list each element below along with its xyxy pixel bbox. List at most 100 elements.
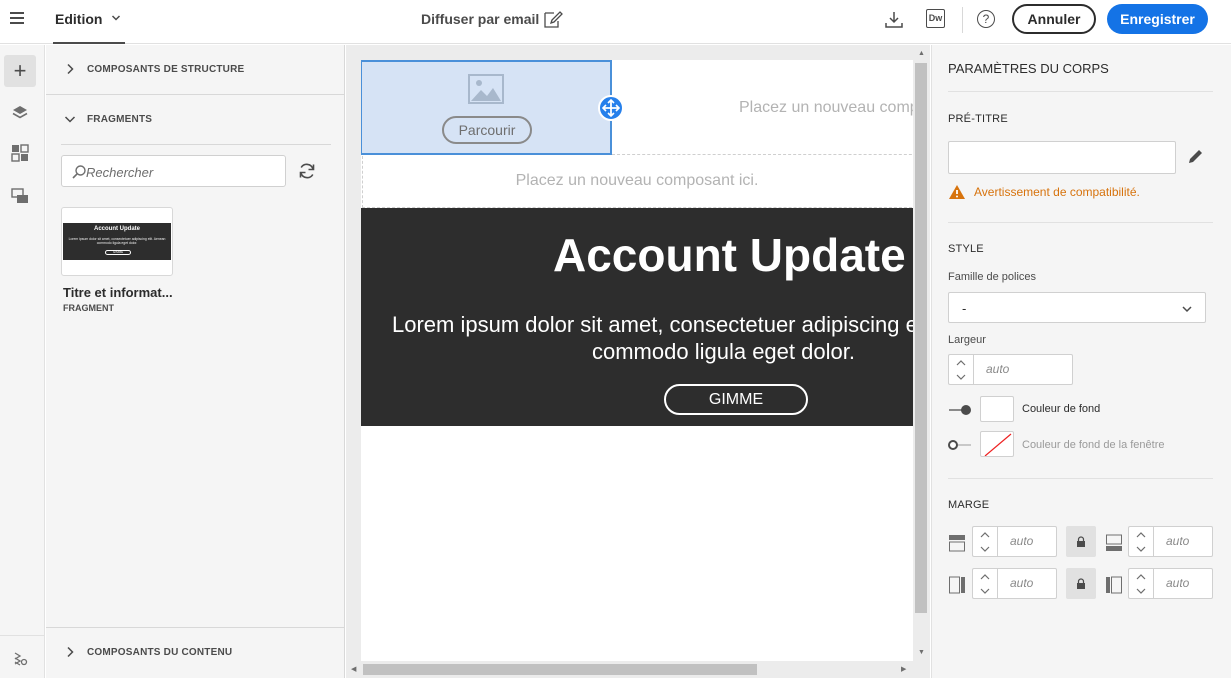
width-stepper[interactable] [948, 354, 973, 385]
accordion-fragments[interactable]: FRAGMENTS [46, 95, 345, 145]
email-text-line[interactable]: Lorem ipsum dolor sit amet, consectetuer… [392, 311, 913, 339]
width-input[interactable]: auto [973, 354, 1073, 385]
margin-left-stepper[interactable] [972, 568, 997, 599]
window-bg-toggle[interactable] [948, 439, 972, 451]
panel-title: PARAMÈTRES DU CORPS [948, 61, 1109, 76]
accordion-title: COMPOSANTS DE STRUCTURE [87, 64, 245, 75]
left-rail: + [0, 45, 45, 678]
download-icon[interactable] [884, 10, 904, 30]
search-icon [72, 165, 86, 179]
chevron-down-icon [64, 116, 76, 123]
chevron-down-icon[interactable] [1135, 545, 1147, 553]
warning-icon [949, 185, 965, 199]
warning-text: Avertissement de compatibilité. [974, 185, 1140, 199]
fragment-type: FRAGMENT [63, 303, 114, 313]
margin-top-input[interactable]: auto [997, 526, 1057, 557]
field-label: Couleur de fond de la fenêtre [1022, 439, 1165, 451]
margin-left-input[interactable]: auto [997, 568, 1057, 599]
margin-right-stepper[interactable] [1128, 568, 1153, 599]
cancel-button[interactable]: Annuler [1012, 4, 1096, 34]
chevron-down-icon[interactable] [955, 373, 967, 381]
margin-bottom-stepper[interactable] [1128, 526, 1153, 557]
chevron-up-icon[interactable] [979, 573, 991, 581]
font-family-select[interactable]: - [948, 292, 1206, 323]
margin-right-icon [1106, 576, 1122, 594]
margin-left-icon [949, 576, 965, 594]
chevron-up-icon[interactable] [1135, 531, 1147, 539]
thumbnail-text: Lorem ipsum dolor sit amet, consectetuer… [68, 237, 166, 245]
personalization-button[interactable] [4, 180, 36, 212]
margin-bottom-input[interactable]: auto [1153, 526, 1213, 557]
add-components-button[interactable]: + [4, 55, 36, 87]
plus-icon: + [13, 58, 27, 83]
edit-icon[interactable] [1185, 147, 1205, 167]
image-component[interactable]: Parcourir [361, 60, 612, 155]
menu-icon[interactable] [10, 12, 24, 26]
chevron-down-icon[interactable] [979, 545, 991, 553]
help-icon[interactable]: ? [977, 10, 995, 28]
margin-lock-button[interactable] [1066, 568, 1096, 599]
chevron-up-icon[interactable] [979, 531, 991, 539]
chevron-up-icon[interactable] [1135, 573, 1147, 581]
browse-button[interactable]: Parcourir [442, 116, 532, 144]
mode-label: Edition [55, 11, 103, 27]
scroll-right-icon[interactable]: ▶ [901, 665, 906, 673]
scrollbar-thumb[interactable] [363, 664, 757, 675]
compatibility-warning: Avertissement de compatibilité. [948, 184, 1208, 202]
chevron-down-icon [1182, 306, 1192, 313]
bg-color-toggle[interactable] [948, 404, 972, 416]
field-label: Famille de polices [948, 271, 1037, 283]
refresh-icon[interactable] [297, 161, 317, 181]
navigation-tree-button[interactable] [4, 97, 36, 129]
chevron-up-icon[interactable] [955, 359, 967, 367]
vertical-scrollbar[interactable]: ▲ ▼ [914, 50, 930, 661]
edit-title-icon[interactable] [543, 10, 563, 30]
margin-top-stepper[interactable] [972, 526, 997, 557]
email-title[interactable]: Account Update [553, 228, 906, 282]
divider [61, 144, 331, 145]
advanced-settings-button[interactable] [4, 643, 36, 675]
chevron-right-icon [67, 63, 74, 75]
accordion-content-components[interactable]: COMPOSANTS DU CONTENU [46, 628, 345, 678]
fragment-card[interactable]: Account Update Lorem ipsum dolor sit ame… [61, 207, 173, 276]
move-handle[interactable] [598, 95, 624, 121]
move-icon [601, 98, 621, 118]
scroll-up-icon[interactable]: ▲ [918, 50, 925, 57]
dreamweaver-icon[interactable]: Dw [926, 9, 945, 28]
email-body[interactable]: Parcourir Placez un nouveau composant ic… [361, 60, 913, 661]
chevron-right-icon [67, 646, 74, 658]
scroll-left-icon[interactable]: ◀ [351, 665, 356, 673]
fragment-block[interactable]: Account Update Lorem ipsum dolor sit ame… [361, 208, 913, 426]
bg-color-swatch[interactable] [980, 396, 1014, 422]
horizontal-scrollbar[interactable]: ◀ ▶ [351, 662, 911, 678]
assets-button[interactable] [4, 137, 36, 169]
chevron-down-icon[interactable] [1135, 587, 1147, 595]
margin-lock-button[interactable] [1066, 526, 1096, 557]
scroll-down-icon[interactable]: ▼ [918, 649, 925, 656]
drop-zone[interactable]: Placez un nouveau composant ici. [362, 156, 913, 208]
drop-zone[interactable]: Placez un nouveau composant ici. [612, 60, 913, 155]
margin-top-icon [949, 535, 965, 552]
chevron-down-icon [111, 15, 121, 21]
divider [948, 222, 1213, 223]
properties-panel: PARAMÈTRES DU CORPS PRÉ-TITRE Avertissem… [931, 45, 1231, 678]
window-bg-swatch[interactable] [980, 431, 1014, 457]
save-button[interactable]: Enregistrer [1107, 4, 1208, 34]
lock-icon [1077, 536, 1085, 547]
search-input[interactable] [86, 162, 276, 182]
layers-settings-icon [14, 652, 28, 666]
select-value: - [962, 301, 967, 316]
section-title: PRÉ-TITRE [948, 113, 1008, 125]
accordion-title: FRAGMENTS [87, 114, 153, 125]
pretitle-input[interactable] [948, 141, 1176, 174]
accordion-structure-components[interactable]: COMPOSANTS DE STRUCTURE [46, 45, 345, 95]
email-cta-button[interactable]: GIMME [664, 384, 808, 415]
fragment-search-field[interactable] [61, 155, 286, 187]
mode-selector[interactable]: Edition [53, 0, 125, 44]
image-placeholder-icon [468, 74, 504, 104]
email-text-line[interactable]: commodo ligula eget dolor. [592, 339, 855, 365]
scrollbar-thumb[interactable] [915, 63, 927, 613]
margin-right-input[interactable]: auto [1153, 568, 1213, 599]
chevron-down-icon[interactable] [979, 587, 991, 595]
field-label: Largeur [948, 334, 986, 346]
